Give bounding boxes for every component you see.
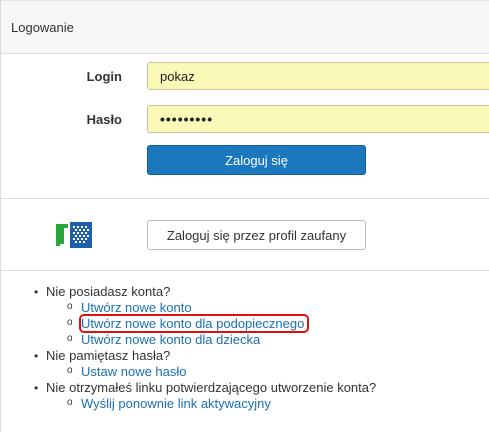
profil-zaufany-logo-icon (56, 222, 92, 248)
section-divider (1, 198, 489, 199)
panel-header: Logowanie (1, 0, 489, 54)
list-item: Utwórz nowe konto (66, 299, 376, 316)
panel-title: Logowanie (11, 19, 74, 35)
question-no-account: Nie posiadasz konta? (46, 284, 171, 299)
password-input[interactable]: ••••••••• (147, 105, 489, 133)
help-links: Nie posiadasz konta? Utwórz nowe konto U… (31, 284, 376, 412)
resend-activation-link[interactable]: Wyślij ponownie link aktywacyjny (81, 396, 271, 411)
password-row: Hasło (1, 105, 122, 133)
create-child-account-link[interactable]: Utwórz nowe konto dla dziecka (81, 332, 260, 347)
list-item: Ustaw nowe hasło (66, 363, 376, 380)
login-panel: Logowanie Login Hasło ••••••••• Zaloguj … (0, 0, 489, 432)
list-item: Nie posiadasz konta? Utwórz nowe konto U… (31, 284, 376, 348)
password-label: Hasło (86, 111, 122, 127)
set-new-password-link[interactable]: Ustaw nowe hasło (81, 364, 187, 379)
list-item: Utwórz nowe konto dla podopiecznego (66, 314, 376, 333)
login-button[interactable]: Zaloguj się (147, 145, 366, 175)
trusted-profile-login-button[interactable]: Zaloguj się przez profil zaufany (147, 220, 366, 250)
login-label: Login (86, 68, 122, 84)
list-item: Nie otrzymałeś linku potwierdzającego ut… (31, 380, 376, 412)
list-item: Nie pamiętasz hasła? Ustaw nowe hasło (31, 348, 376, 380)
login-input[interactable] (147, 62, 489, 90)
question-no-activation-link: Nie otrzymałeś linku potwierdzającego ut… (46, 380, 377, 395)
create-account-link[interactable]: Utwórz nowe konto (81, 300, 192, 315)
create-ward-account-link[interactable]: Utwórz nowe konto dla podopiecznego (78, 314, 310, 333)
section-divider-2 (1, 270, 489, 271)
login-row: Login (1, 62, 122, 90)
list-item: Utwórz nowe konto dla dziecka (66, 331, 376, 348)
list-item: Wyślij ponownie link aktywacyjny (66, 395, 376, 412)
question-forgot-password: Nie pamiętasz hasła? (46, 348, 171, 363)
